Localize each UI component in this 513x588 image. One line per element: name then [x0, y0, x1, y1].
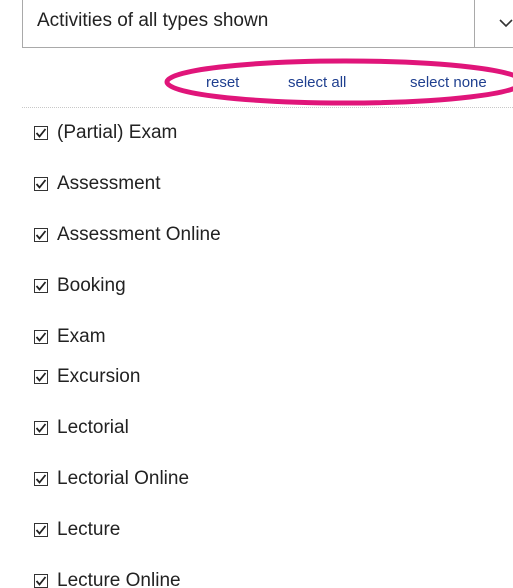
- activity-filter-panel: Activities of all types shown reset sele…: [0, 0, 513, 588]
- reset-link[interactable]: reset: [206, 74, 239, 91]
- activity-type-label: Booking: [57, 275, 126, 296]
- checkmark-icon: [35, 423, 47, 433]
- activity-type-label: Lectorial: [57, 417, 129, 438]
- activity-type-item[interactable]: Exam: [34, 325, 106, 349]
- checkmark-icon: [35, 179, 47, 189]
- activity-type-item[interactable]: Lecture: [34, 518, 120, 542]
- activity-type-item[interactable]: Lectorial: [34, 416, 129, 440]
- activity-type-item[interactable]: Booking: [34, 274, 126, 298]
- checkbox[interactable]: [34, 126, 48, 140]
- checkbox[interactable]: [34, 279, 48, 293]
- activity-type-label: Excursion: [57, 366, 141, 387]
- checkmark-icon: [35, 128, 47, 138]
- activity-type-item[interactable]: Excursion: [34, 365, 140, 389]
- selection-actions: reset select all select none: [0, 58, 513, 108]
- activity-type-item[interactable]: Assessment Online: [34, 223, 221, 247]
- checkbox[interactable]: [34, 177, 48, 191]
- activity-type-label: Assessment: [57, 173, 161, 194]
- checkbox[interactable]: [34, 330, 48, 344]
- chevron-down-icon[interactable]: [499, 16, 513, 30]
- activity-type-item[interactable]: Lectorial Online: [34, 467, 189, 491]
- checkmark-icon: [35, 474, 47, 484]
- activity-type-label: Lecture: [57, 519, 121, 540]
- dropdown-selected-text: Activities of all types shown: [37, 10, 269, 31]
- activity-type-item[interactable]: (Partial) Exam: [34, 121, 177, 145]
- checkbox[interactable]: [34, 370, 48, 384]
- select-none-link[interactable]: select none: [410, 74, 487, 91]
- checkbox[interactable]: [34, 574, 48, 588]
- select-all-link[interactable]: select all: [288, 74, 346, 91]
- activity-type-label: Exam: [57, 326, 106, 347]
- checkmark-icon: [35, 372, 47, 382]
- activity-type-label: Lectorial Online: [57, 468, 190, 489]
- checkbox[interactable]: [34, 472, 48, 486]
- checkmark-icon: [35, 332, 47, 342]
- checkbox[interactable]: [34, 421, 48, 435]
- dropdown-divider: [474, 0, 475, 47]
- activity-type-item[interactable]: Lecture Online: [34, 569, 181, 588]
- activity-type-label: (Partial) Exam: [57, 122, 178, 143]
- checkmark-icon: [35, 281, 47, 291]
- activity-type-label: Assessment Online: [57, 224, 221, 245]
- separator: [22, 107, 513, 108]
- checkmark-icon: [35, 576, 47, 586]
- checkmark-icon: [35, 230, 47, 240]
- checkbox[interactable]: [34, 228, 48, 242]
- checkbox[interactable]: [34, 523, 48, 537]
- activity-type-dropdown[interactable]: Activities of all types shown: [22, 0, 513, 48]
- activity-type-label: Lecture Online: [57, 570, 181, 588]
- checkmark-icon: [35, 525, 47, 535]
- activity-type-item[interactable]: Assessment: [34, 172, 160, 196]
